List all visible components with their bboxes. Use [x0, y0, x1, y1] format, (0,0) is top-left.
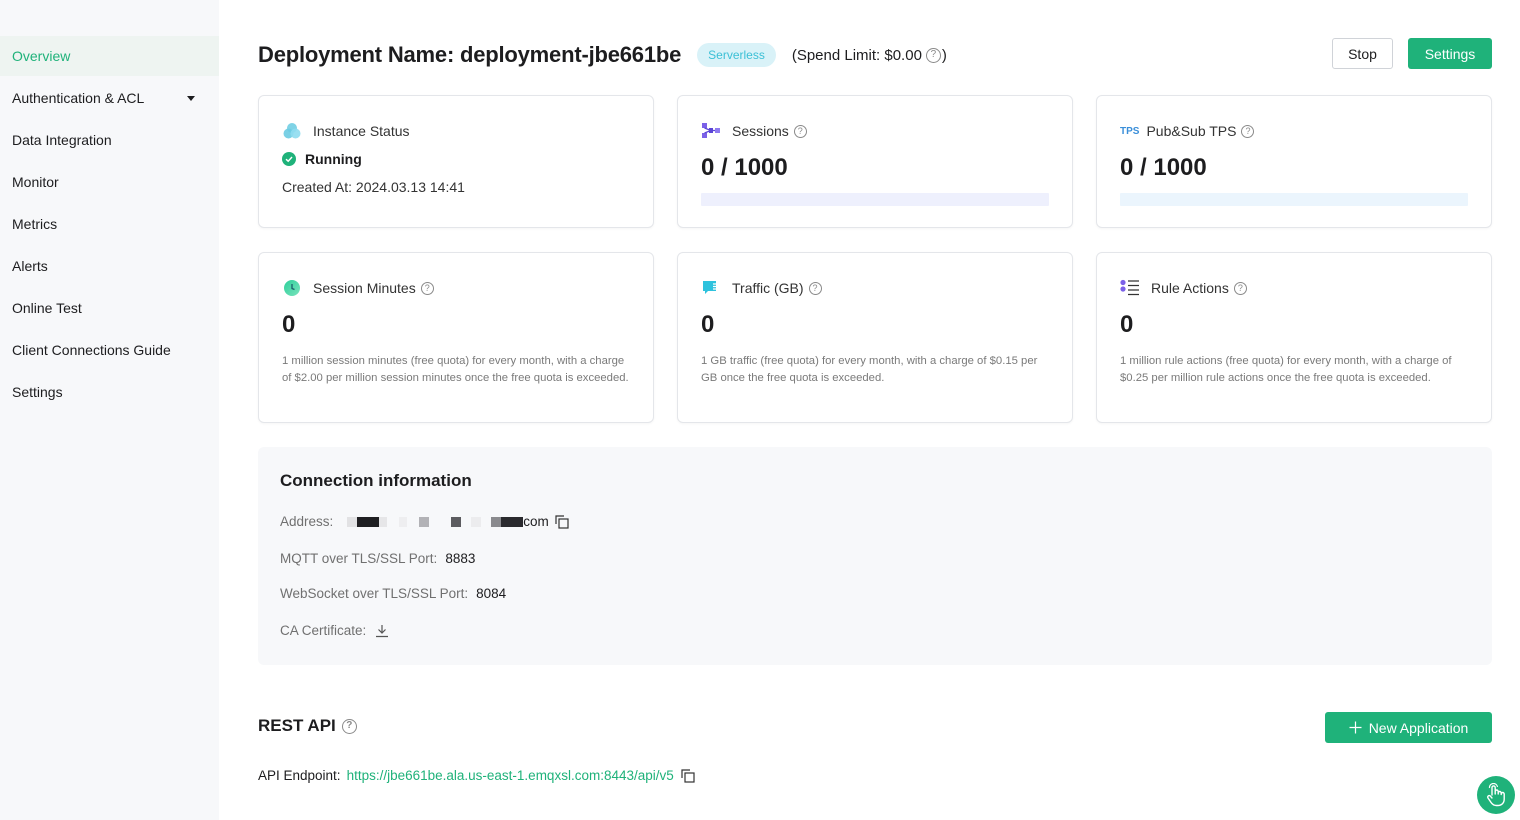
api-endpoint-row: API Endpoint: https://jbe661be.ala.us-ea…: [258, 768, 695, 783]
session-minutes-card: Session Minutes ? 0 1 million session mi…: [258, 252, 654, 423]
spend-limit: (Spend Limit: $0.00 ? ): [792, 47, 947, 64]
sessions-icon: [701, 121, 721, 141]
header-actions: Stop Settings: [1332, 38, 1492, 69]
rule-actions-card: Rule Actions ? 0 1 million rule actions …: [1096, 252, 1492, 423]
sidebar-item-overview[interactable]: Overview: [0, 36, 219, 76]
spend-limit-close: ): [941, 46, 947, 64]
tps-icon: TPS: [1120, 125, 1140, 137]
mqtt-port-label: MQTT over TLS/SSL Port:: [280, 551, 438, 566]
plus-icon: [1349, 721, 1362, 734]
sidebar-item-settings[interactable]: Settings: [0, 372, 219, 412]
sidebar-item-monitor[interactable]: Monitor: [0, 162, 219, 202]
traffic-value: 0: [701, 311, 715, 338]
traffic-description: 1 GB traffic (free quota) for every mont…: [701, 355, 1038, 385]
sidebar-item-label: Metrics: [12, 216, 58, 232]
pointer-hand-icon: [1487, 783, 1505, 807]
clock-icon: [282, 278, 302, 298]
api-endpoint-link[interactable]: https://jbe661be.ala.us-east-1.emqxsl.co…: [347, 768, 674, 783]
card-label: Pub&Sub TPS: [1146, 123, 1237, 139]
check-circle-icon: [282, 152, 296, 166]
sidebar-item-alerts[interactable]: Alerts: [0, 246, 219, 286]
pubsub-tps-card: TPS Pub&Sub TPS ? 0 / 1000: [1096, 95, 1492, 228]
sidebar-item-authentication-acl[interactable]: Authentication & ACL: [0, 78, 219, 118]
sidebar-item-label: Monitor: [12, 174, 59, 190]
sidebar-item-label: Authentication & ACL: [12, 90, 145, 106]
settings-button[interactable]: Settings: [1408, 38, 1492, 69]
sidebar-item-label: Settings: [12, 384, 63, 400]
sessions-value: 0 / 1000: [701, 154, 788, 181]
spend-limit-text: (Spend Limit: $0.00: [791, 46, 922, 64]
copy-icon[interactable]: [681, 768, 695, 783]
api-endpoint-label: API Endpoint:: [258, 768, 341, 783]
plan-badge: Serverless: [697, 43, 776, 67]
card-label: Sessions: [732, 123, 789, 139]
websocket-port-value: 8084: [476, 586, 507, 601]
ca-certificate-label: CA Certificate:: [280, 623, 367, 638]
sidebar-item-label: Overview: [12, 48, 71, 64]
created-at: Created At: 2024.03.13 14:41: [282, 179, 465, 195]
sessions-progress-bar: [701, 193, 1049, 206]
ca-certificate-row: CA Certificate:: [280, 623, 389, 638]
help-icon[interactable]: ?: [793, 124, 807, 138]
new-application-label: New Application: [1368, 719, 1469, 736]
caret-down-icon: [187, 95, 195, 101]
list-icon: [1120, 278, 1140, 298]
mqtt-port-row: MQTT over TLS/SSL Port: 8883: [280, 551, 475, 566]
websocket-port-row: WebSocket over TLS/SSL Port: 8084: [280, 586, 506, 601]
sidebar-item-online-test[interactable]: Online Test: [0, 288, 219, 328]
download-icon[interactable]: [375, 624, 389, 638]
traffic-icon: [701, 278, 721, 298]
new-application-button[interactable]: New Application: [1325, 712, 1492, 743]
card-label: Instance Status: [313, 123, 410, 139]
session-minutes-description: 1 million session minutes (free quota) f…: [282, 355, 629, 385]
page-title: Deployment Name: deployment-jbe661be: [258, 42, 682, 67]
redacted-address: [347, 516, 524, 527]
card-label: Session Minutes: [313, 280, 416, 296]
sidebar: Overview Authentication & ACL Data Integ…: [0, 0, 219, 820]
help-icon[interactable]: ?: [1241, 124, 1255, 138]
help-icon[interactable]: ?: [808, 281, 822, 295]
session-minutes-value: 0: [282, 311, 296, 338]
traffic-card: Traffic (GB) ? 0 1 GB traffic (free quot…: [677, 252, 1073, 423]
help-icon[interactable]: ?: [420, 281, 434, 295]
instance-cluster-icon: [282, 121, 302, 141]
sidebar-item-data-integration[interactable]: Data Integration: [0, 120, 219, 160]
sidebar-item-label: Data Integration: [12, 132, 112, 148]
sidebar-item-client-connections-guide[interactable]: Client Connections Guide: [0, 330, 219, 370]
page-header: Deployment Name: deployment-jbe661be Ser…: [258, 38, 1492, 72]
connection-information: Connection information Address: com MQTT…: [258, 447, 1492, 665]
address-suffix: com: [523, 514, 549, 529]
help-icon[interactable]: ?: [1233, 281, 1247, 295]
sidebar-item-label: Client Connections Guide: [12, 342, 171, 358]
sessions-card: Sessions ? 0 / 1000: [677, 95, 1073, 228]
section-title: Connection information: [280, 471, 472, 490]
address-row: Address: com: [280, 514, 569, 529]
status-text: Running: [305, 151, 362, 167]
websocket-port-label: WebSocket over TLS/SSL Port:: [280, 586, 469, 601]
card-label: Traffic (GB): [732, 280, 804, 296]
rule-actions-value: 0: [1120, 311, 1134, 338]
instance-status-card: Instance Status Running Created At: 2024…: [258, 95, 654, 228]
rest-api-title-text: REST API: [258, 716, 336, 735]
help-icon[interactable]: ?: [341, 718, 357, 734]
sidebar-item-label: Alerts: [12, 258, 48, 274]
status-indicator: Running: [282, 151, 630, 167]
help-icon[interactable]: ?: [925, 47, 941, 63]
stop-button[interactable]: Stop: [1332, 38, 1393, 69]
sidebar-item-label: Online Test: [12, 300, 82, 316]
copy-icon[interactable]: [555, 514, 569, 529]
tps-value: 0 / 1000: [1120, 154, 1207, 181]
card-label: Rule Actions: [1151, 280, 1229, 296]
mqtt-port-value: 8883: [445, 551, 476, 566]
address-label: Address:: [280, 514, 334, 529]
tps-progress-bar: [1120, 193, 1468, 206]
rule-actions-description: 1 million rule actions (free quota) for …: [1120, 355, 1452, 385]
help-guide-button[interactable]: [1477, 776, 1515, 814]
sidebar-item-metrics[interactable]: Metrics: [0, 204, 219, 244]
rest-api-title: REST API ?: [258, 716, 357, 736]
